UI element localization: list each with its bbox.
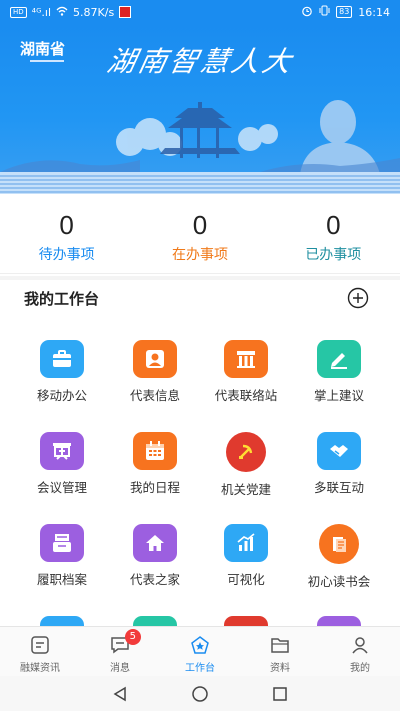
news-icon <box>31 636 49 654</box>
app-label: 可视化 <box>227 572 265 587</box>
unread-badge: 5 <box>124 629 141 645</box>
tab-workbench[interactable]: 工作台 <box>160 627 240 676</box>
wifi-icon <box>56 6 68 19</box>
app-label: 我的日程 <box>129 480 180 495</box>
tab-news[interactable]: 融媒资讯 <box>0 627 80 676</box>
app-label: 履职档案 <box>36 572 87 587</box>
stat-in-progress[interactable]: 0 在办事项 <box>133 200 266 273</box>
app-title: 湖南智慧人大 <box>104 45 298 78</box>
add-circle-icon[interactable] <box>347 287 369 309</box>
workbench-icon <box>191 636 209 654</box>
calendar-icon <box>133 432 177 470</box>
app-grid: 移动办公 代表信息 代表联络站 掌上建议 会议管理 我的日程 机关党建 多联互动… <box>0 330 400 630</box>
profile-icon <box>352 637 368 654</box>
alarm-icon <box>301 5 313 20</box>
section-divider <box>0 276 400 280</box>
province-selector[interactable]: 湖南省 <box>20 38 65 59</box>
briefcase-icon <box>40 340 84 378</box>
building-icon <box>224 340 268 378</box>
tab-label: 工作台 <box>185 663 215 674</box>
tab-label: 消息 <box>110 663 130 674</box>
network-speed: 5.87K/s <box>73 5 115 19</box>
pending-label: 待办事项 <box>38 247 95 263</box>
status-bar: HD ⁴ᴳ.ıl 5.87K/s 83 16:14 <box>0 0 400 24</box>
tab-materials[interactable]: 资料 <box>240 627 320 676</box>
app-mobile-office[interactable]: 移动办公 <box>12 330 112 420</box>
app-label: 机关党建 <box>220 482 271 497</box>
app-label: 掌上建议 <box>313 388 364 403</box>
app-label: 移动办公 <box>36 388 87 403</box>
app-notification-icon <box>119 6 132 18</box>
app-liaison-station[interactable]: 代表联络站 <box>196 330 296 420</box>
archive-icon <box>40 524 84 562</box>
meeting-icon <box>40 432 84 470</box>
header-banner: 湖南省 湖南智慧人大 <box>0 24 400 194</box>
task-stats: 0 待办事项 0 在办事项 0 已办事项 <box>0 200 400 274</box>
landmark-illustration <box>0 100 400 194</box>
signal-icon: ⁴ᴳ.ıl <box>31 5 52 19</box>
home-button-icon[interactable] <box>191 685 209 703</box>
tab-profile[interactable]: 我的 <box>320 627 400 676</box>
stat-pending[interactable]: 0 待办事项 <box>0 200 133 273</box>
app-label: 代表之家 <box>129 572 180 587</box>
app-label: 代表信息 <box>129 388 180 403</box>
workbench-title: 我的工作台 <box>24 290 100 308</box>
app-suggestions[interactable]: 掌上建议 <box>289 330 389 420</box>
app-deputy-info[interactable]: 代表信息 <box>105 330 205 420</box>
app-label: 代表联络站 <box>214 388 278 403</box>
app-deputy-home[interactable]: 代表之家 <box>105 514 205 604</box>
app-label: 多联互动 <box>313 480 364 495</box>
app-label: 会议管理 <box>36 480 87 495</box>
done-label: 已办事项 <box>305 247 362 263</box>
app-duty-archive[interactable]: 履职档案 <box>12 514 112 604</box>
app-schedule[interactable]: 我的日程 <box>105 422 205 512</box>
app-label: 初心读书会 <box>307 574 371 589</box>
clock: 16:14 <box>358 5 390 19</box>
app-party-building[interactable]: 机关党建 <box>196 422 296 512</box>
party-icon <box>226 432 266 472</box>
home-icon <box>133 524 177 562</box>
app-meetings[interactable]: 会议管理 <box>12 422 112 512</box>
in-progress-count: 0 <box>192 210 208 240</box>
pending-count: 0 <box>59 210 74 240</box>
workbench-header: 我的工作台 <box>0 282 400 314</box>
pen-icon <box>317 340 361 378</box>
app-interaction[interactable]: 多联互动 <box>289 422 389 512</box>
chart-icon <box>224 524 268 562</box>
tab-label: 我的 <box>350 663 370 674</box>
person-icon <box>133 340 177 378</box>
book-icon <box>319 524 359 564</box>
stat-done[interactable]: 0 已办事项 <box>267 200 400 273</box>
bottom-tab-bar: 融媒资讯 5 消息 工作台 资料 我的 <box>0 626 400 676</box>
vibrate-icon <box>319 5 330 19</box>
done-count: 0 <box>326 210 341 240</box>
tab-label: 融媒资讯 <box>20 663 60 674</box>
folder-icon <box>271 638 289 653</box>
battery-indicator: 83 <box>336 6 353 18</box>
system-nav-bar <box>0 676 400 711</box>
app-visualization[interactable]: 可视化 <box>196 514 296 604</box>
province-underline <box>30 60 64 62</box>
app-reading-club[interactable]: 初心读书会 <box>289 514 389 604</box>
tab-messages[interactable]: 5 消息 <box>80 627 160 676</box>
tab-label: 资料 <box>270 663 290 674</box>
in-progress-label: 在办事项 <box>171 247 228 263</box>
recents-icon[interactable] <box>271 685 289 703</box>
hd-indicator: HD <box>10 6 27 18</box>
handshake-icon <box>317 432 361 470</box>
back-icon[interactable] <box>111 685 129 703</box>
